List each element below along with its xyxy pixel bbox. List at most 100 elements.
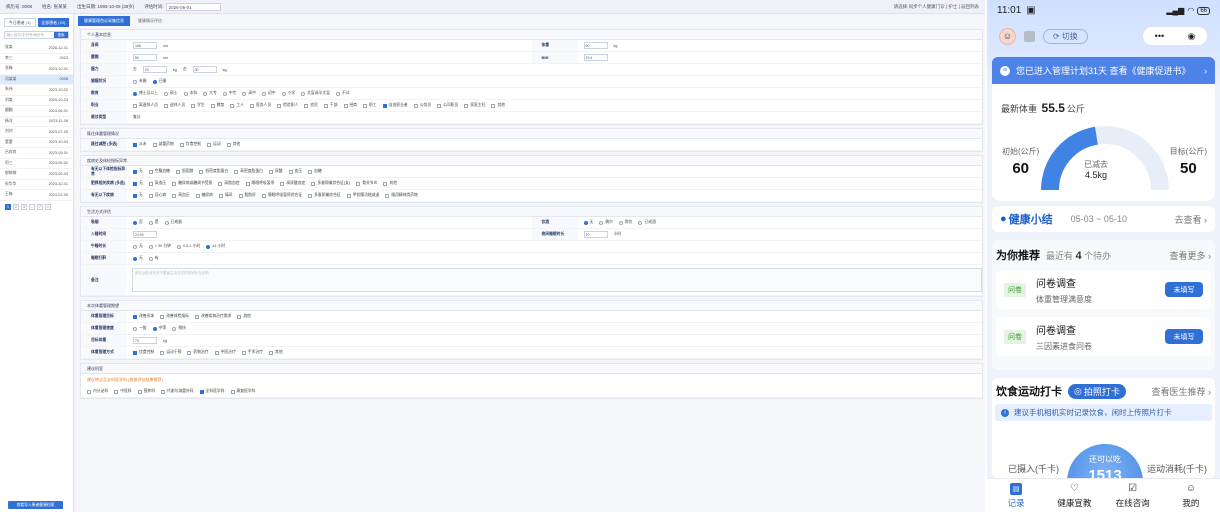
checkbox-option[interactable]: 多囊卵巢综合征(女) [311,181,350,186]
checkbox-option[interactable]: 自由职业者 [382,103,408,108]
radio-option[interactable]: 大专 [203,91,217,96]
checkbox-option[interactable]: 冠心病 [148,193,166,198]
checkbox-option[interactable]: 改善形体 [133,314,154,319]
checkbox-option[interactable]: 医务人员 [249,103,271,108]
height-input[interactable]: 166 [133,42,157,49]
checkbox-option[interactable]: 康复医学科 [230,389,256,394]
tab-health-assessment[interactable]: 健康情况评估 [132,16,168,26]
checkbox-option[interactable]: 运动干预 [160,350,181,355]
radio-option[interactable]: 常饮 [618,220,632,225]
checkbox-option[interactable]: 其他 [383,181,397,186]
checkbox-option[interactable]: 睡眠呼吸暂停综合征 [261,193,302,198]
radio-option[interactable]: 无 [133,244,143,249]
not-filled-button[interactable]: 未填写 [1165,329,1203,344]
checkbox-option[interactable]: 糖尿病或糖调节受损 [172,181,212,186]
patient-list-item[interactable]: 张梅 2023-10-01 [0,64,73,75]
checkbox-option[interactable]: 中医治疗 [214,350,236,355]
recommend-item[interactable]: 问卷 问卷调查 体重管理满意度 未填写 [996,270,1211,309]
checkbox-option[interactable]: 无 [133,181,143,186]
patient-list-item[interactable]: 杨洋 2023-11-08 [0,117,73,127]
doctor-recommend-link[interactable]: 查看医生推荐 › [1151,385,1211,398]
patient-list-item[interactable]: 阿三 2023-05-02 [0,159,73,169]
checkbox-option[interactable]: 其他 [491,103,505,108]
radio-option[interactable]: 未婚 [133,79,147,84]
patient-list-item[interactable]: 祝华华 2023-10-01 [0,180,73,190]
checkbox-option[interactable]: 经商 [343,103,357,108]
radio-option[interactable]: 无 [583,220,593,225]
patient-list-item[interactable]: 董董 2023-10-03 [0,138,73,148]
plan-banner[interactable]: ≡ 您已进入管理计划31天 查看《健康促进书》 › [992,57,1215,84]
checkbox-option[interactable]: 空腹血糖 [148,169,170,174]
patient-list-item[interactable]: 李三 2023 [0,54,73,64]
sleep-time-input[interactable]: 22:00 [133,231,157,238]
checkbox-option[interactable]: 无 [133,169,143,174]
radio-option[interactable]: 有 [148,256,159,261]
tab-mine[interactable]: ☺ 我的 [1162,479,1220,512]
more-icon[interactable]: ••• [1155,31,1164,41]
patient-list-item[interactable]: 冯某某 0008 [0,74,73,85]
switch-button[interactable]: ⟳ 切换 [1043,28,1088,44]
radio-option[interactable]: ≥1 小时 [206,244,225,249]
checkbox-option[interactable]: 饮食控制 [133,350,154,355]
checkbox-option[interactable]: 高尿酸血症 [280,181,305,186]
summary-go-link[interactable]: 去查看 › [1174,213,1207,226]
recommend-item[interactable]: 问卷 问卷调查 三因素进食问卷 未填写 [996,317,1211,356]
checkbox-option[interactable]: 教育 [210,103,224,108]
checkbox-option[interactable]: 甲状腺功能减退 [346,193,379,198]
checkbox-option[interactable]: 无 [133,193,143,198]
checkbox-option[interactable]: 低密度脂蛋白 [199,169,228,174]
patient-list-item[interactable]: 张某 2026-12-01 [0,43,73,54]
patient-list-item[interactable]: 王梅 2023-02-05 [0,190,73,201]
checkbox-option[interactable]: 农民 [304,103,318,108]
page-button[interactable]: 1 [5,203,11,210]
tab-today-patients[interactable]: 今日患者 (1) [4,18,36,27]
checkbox-option[interactable]: 痛风 [218,193,233,198]
radio-option[interactable]: 一般 [133,326,147,331]
checkbox-option[interactable]: 脂肪肝 [238,193,256,198]
radio-option[interactable]: 已婚 [152,79,166,84]
checkbox-option[interactable]: 糖尿病 [195,193,213,198]
radio-option[interactable]: 硕士 [163,91,178,96]
checkbox-option[interactable]: 多囊卵巢综合征 [308,193,341,198]
checkbox-option[interactable]: 职工 [363,103,377,108]
checkbox-option[interactable]: 代谢与减重外科 [160,389,194,394]
checkbox-option[interactable]: 高血压 [172,193,190,198]
checkbox-option[interactable]: 其他 [268,350,283,355]
radio-option[interactable]: 中等 [152,326,166,331]
checkbox-option[interactable]: 血压 [288,169,302,174]
radio-option[interactable]: 稍快 [172,326,186,331]
sleep-duration-input[interactable]: 10 [583,231,608,238]
checkbox-option[interactable]: 工人 [230,103,244,108]
radio-option[interactable]: 偶尔 [599,220,613,225]
checkbox-option[interactable]: 退休人员 [163,103,185,108]
radio-option[interactable]: 无 [133,256,143,261]
checkbox-option[interactable]: 睡眠呼吸暂停 [245,181,274,186]
recommend-more-link[interactable]: 查看更多 › [1169,249,1211,262]
checkbox-option[interactable]: 家庭主妇 [464,103,485,108]
radio-option[interactable]: 已戒酒 [638,220,656,225]
checkbox-option[interactable]: 离退休人员 [133,103,158,108]
checkbox-option[interactable]: 检验职人 [277,103,298,108]
checkbox-option[interactable]: 公司职员 [437,103,458,108]
radio-option[interactable]: 初中 [261,91,276,96]
patient-list-item[interactable]: 郁郁郁 2023-06-03 [0,169,73,180]
checkbox-option[interactable]: 高密度脂蛋白 [234,169,263,174]
radio-option[interactable]: 0.5-1 小时 [176,244,200,249]
radio-option[interactable]: 高中 [242,91,256,96]
checkbox-option[interactable]: 高脂血症 [218,181,240,186]
checkbox-option[interactable]: 胆固醇 [175,169,193,174]
checkbox-option[interactable]: 其他 [226,142,240,147]
page-button[interactable]: ... [29,203,35,210]
waist-input[interactable]: 80 [133,54,157,61]
tab-first-visit[interactable]: 健康管理首诊采集信息 [78,16,130,26]
checkbox-option[interactable]: 学生 [191,103,205,108]
radio-option[interactable]: 文盲或半文盲 [301,91,330,96]
checkbox-option[interactable]: 血糖 [308,169,322,174]
radio-option[interactable]: < 30 分钟 [148,244,171,249]
not-filled-button[interactable]: 未填写 [1165,282,1203,297]
radio-option[interactable]: 已戒烟 [164,220,182,225]
radio-option[interactable]: 是 [148,220,159,225]
patient-list-item[interactable]: 刘某 2000-10-24 [0,96,73,106]
search-button[interactable]: 搜索 [54,32,68,38]
patient-list-item[interactable]: 朱伟 2023-10-02 [0,85,73,96]
